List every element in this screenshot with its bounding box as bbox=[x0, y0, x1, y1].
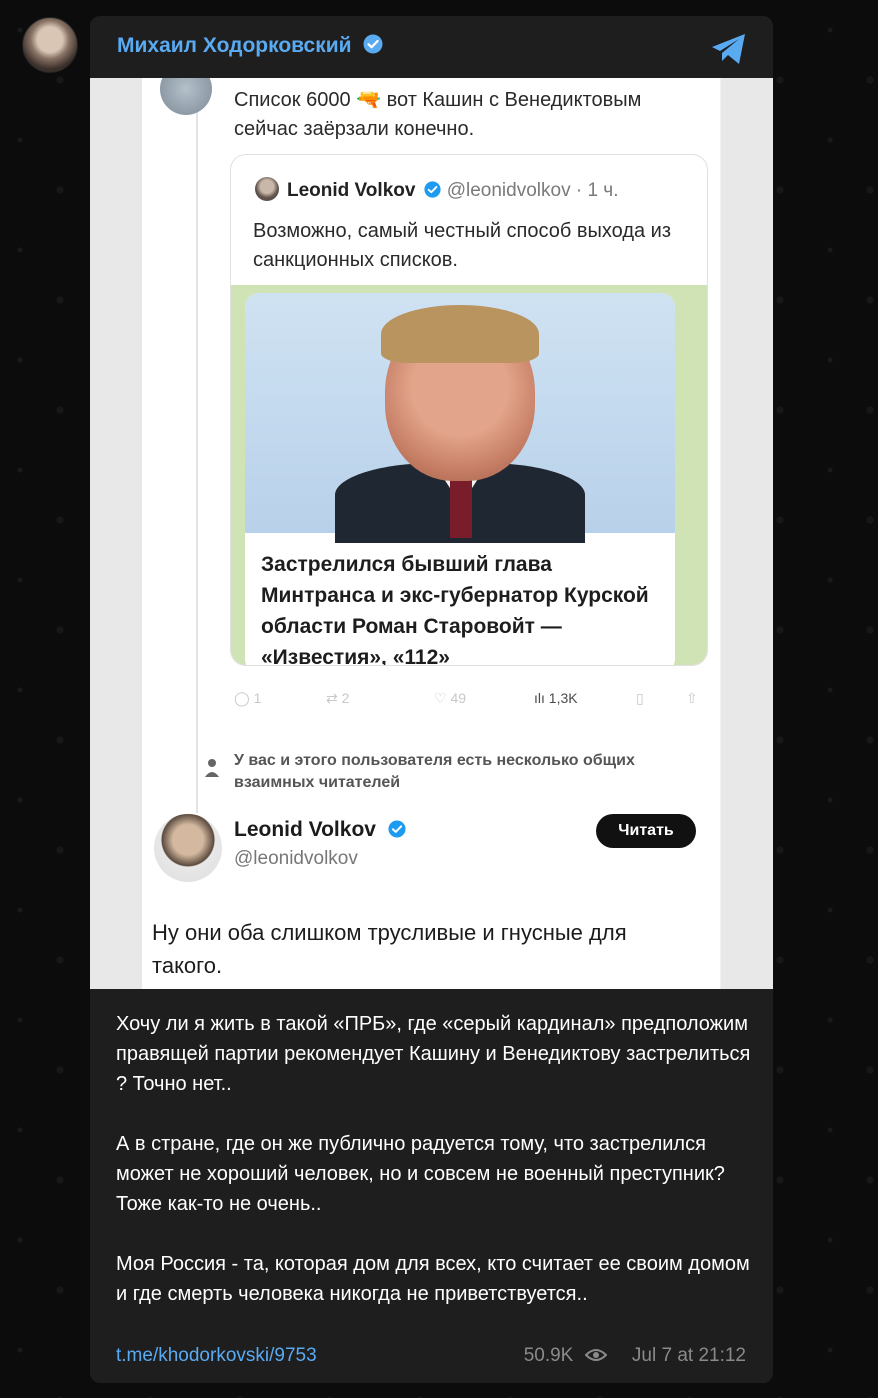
channel-avatar[interactable] bbox=[22, 17, 78, 73]
follow-button: Читать bbox=[596, 814, 696, 848]
post-footer: t.me/khodorkovski/9753 50.9K Jul 7 at 21… bbox=[116, 1345, 746, 1371]
quoted-avatar bbox=[255, 177, 279, 201]
tweet-screenshot: Список 6000 🔫 вот Кашин с Венедиктовым с… bbox=[142, 78, 720, 989]
media-blur-left bbox=[90, 78, 142, 989]
views-count: 50.9K bbox=[523, 1345, 574, 1366]
quoted-text: Возможно, самый честный способ выхода из… bbox=[253, 220, 672, 271]
quoted-tweet: Leonid Volkov @leonidvolkov · 1 ч. Возмо… bbox=[230, 154, 708, 666]
post-header: Михаил Ходорковский bbox=[90, 16, 773, 78]
verified-icon bbox=[363, 34, 383, 54]
news-card: Застрелился бывший глава Минтранса и экс… bbox=[245, 293, 675, 666]
post-media-screenshot[interactable]: Список 6000 🔫 вот Кашин с Венедиктовым с… bbox=[90, 78, 773, 989]
author-name[interactable]: Михаил Ходорковский bbox=[117, 34, 352, 57]
profile-verified-icon bbox=[388, 820, 406, 838]
post-link[interactable]: t.me/khodorkovski/9753 bbox=[116, 1345, 317, 1367]
news-headline: Застрелился бывший глава Минтранса и экс… bbox=[261, 553, 649, 666]
view-count: ılı 1,3K bbox=[534, 690, 578, 706]
quoted-tweet-header: Leonid Volkov @leonidvolkov · 1 ч. bbox=[255, 177, 618, 202]
post-card: Михаил Ходорковский Список 6000 🔫 вот Ка… bbox=[90, 16, 773, 1383]
share-telegram-icon[interactable] bbox=[709, 31, 749, 67]
person-icon bbox=[205, 759, 219, 777]
profile-name: Leonid Volkov bbox=[234, 818, 406, 842]
caption-paragraph: Хочу ли я жить в такой «ПРБ», где «серый… bbox=[116, 1013, 751, 1095]
quoted-verified-icon bbox=[424, 181, 441, 198]
photo-tie bbox=[450, 478, 472, 538]
tweet-author-avatar bbox=[160, 78, 212, 115]
photo-hair bbox=[381, 305, 539, 363]
reply-count: ◯ 1 bbox=[234, 690, 262, 706]
reply-text: Ну они оба слишком трусливые и гнусные д… bbox=[152, 920, 627, 978]
author-line[interactable]: Михаил Ходорковский bbox=[117, 34, 383, 58]
post-caption: Хочу ли я жить в такой «ПРБ», где «серый… bbox=[116, 1009, 751, 1339]
news-photo bbox=[245, 293, 675, 543]
tweet-actions: ◯ 1 ⇄ 2 ♡ 49 ılı 1,3K ▯ ⇧ bbox=[234, 690, 714, 714]
retweet-count: ⇄ 2 bbox=[326, 690, 350, 706]
eye-icon bbox=[584, 1349, 607, 1361]
caption-paragraph: Моя Россия - та, которая дом для всех, к… bbox=[116, 1253, 750, 1305]
mutual-followers-note: У вас и этого пользователя есть нескольк… bbox=[234, 752, 635, 791]
quoted-name: Leonid Volkov bbox=[287, 180, 416, 201]
caption-paragraph: А в стране, где он же публично радуется … bbox=[116, 1133, 725, 1215]
profile-handle: @leonidvolkov bbox=[234, 848, 358, 869]
tweet-top-text: Список 6000 🔫 вот Кашин с Венедиктовым с… bbox=[234, 89, 642, 140]
post-date: Jul 7 at 21:12 bbox=[631, 1345, 746, 1366]
thread-line bbox=[196, 78, 198, 813]
news-embed: Застрелился бывший глава Минтранса и экс… bbox=[231, 285, 707, 665]
profile-avatar bbox=[154, 814, 222, 882]
quoted-handle: @leonidvolkov · 1 ч. bbox=[446, 180, 619, 201]
bookmark-icon: ▯ bbox=[636, 690, 644, 706]
media-blur-right bbox=[721, 78, 773, 989]
share-icon: ⇧ bbox=[686, 690, 698, 706]
like-count: ♡ 49 bbox=[434, 690, 467, 706]
post-stats: 50.9K Jul 7 at 21:12 bbox=[524, 1345, 746, 1367]
